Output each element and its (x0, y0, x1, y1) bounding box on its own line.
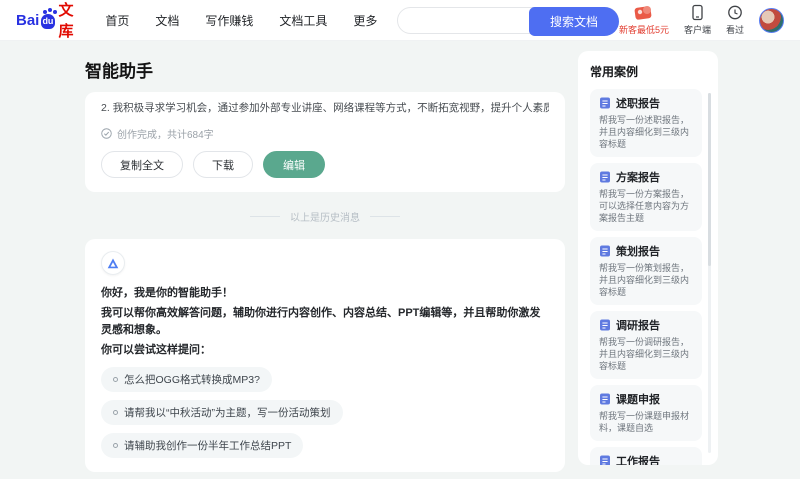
assistant-greeting-card: 你好，我是你的智能助手！ 我可以帮你高效解答问题，辅助你进行内容创作、内容总结、… (85, 239, 565, 472)
top-nav: Bai du 文库 首页 文档 写作赚钱 文档工具 更多 搜索文档 新客最低5元 (0, 0, 800, 41)
scrollbar-thumb[interactable] (708, 93, 711, 266)
common-cases-panel: 常用案例 述职报告 帮我写一份述职报告，并且内容细化到三级内容标题 方案报告 帮… (578, 51, 718, 465)
assistant-logo-icon (107, 258, 119, 268)
case-card-gongzuo[interactable]: 工作报告 帮我写一份工作报告，工作类型随机 (590, 447, 702, 465)
history-viewed[interactable]: 看过 (726, 4, 744, 36)
bullet-circle-icon (113, 410, 118, 415)
case-card-fangan[interactable]: 方案报告 帮我写一份方案报告，可以选择任意内容为方案报告主题 (590, 163, 702, 231)
greeting-line-3: 你可以尝试这样提问： (101, 344, 211, 356)
phone-icon (692, 4, 703, 21)
baidu-wenku-logo[interactable]: Bai du 文库 (16, 0, 79, 41)
clock-icon (728, 5, 742, 20)
case-card-shuzhi[interactable]: 述职报告 帮我写一份述职报告，并且内容细化到三级内容标题 (590, 89, 702, 157)
page-title: 智能助手 (85, 62, 153, 81)
page-body: 智能助手 2. 我积极寻求学习机会，通过参加外部专业讲座、网络课程等方式，不断拓… (0, 41, 800, 479)
nav-item-write-earn[interactable]: 写作赚钱 (205, 12, 253, 29)
suggested-prompt[interactable]: 怎么把OGG格式转换成MP3? (101, 367, 272, 392)
suggested-prompt[interactable]: 请辅助我创作一份半年工作总结PPT (101, 433, 304, 458)
bullet-circle-icon (113, 443, 118, 448)
chat-area: 智能助手 2. 我积极寻求学习机会，通过参加外部专业讲座、网络课程等方式，不断拓… (85, 51, 565, 479)
document-icon (600, 319, 610, 331)
new-user-promo[interactable]: 新客最低5元 (619, 4, 669, 36)
download-button[interactable]: 下载 (193, 151, 253, 178)
history-message-text: 2. 我积极寻求学习机会，通过参加外部专业讲座、网络课程等方式，不断拓宽视野，提… (101, 102, 549, 114)
greeting-line-2: 我可以帮你高效解答问题，辅助你进行内容创作、内容总结、PPT编辑等，并且帮助你激… (101, 307, 541, 336)
creation-status: 创作完成，共计684字 (101, 126, 549, 141)
document-icon (600, 171, 610, 183)
client-download[interactable]: 客户端 (684, 4, 711, 36)
logo-text-wenku: 文库 (58, 2, 74, 40)
logo-text-bai: Bai (16, 11, 40, 29)
copy-full-text-button[interactable]: 复制全文 (101, 151, 183, 178)
client-label: 客户端 (683, 25, 711, 35)
divider-label: 以上是历史消息 (290, 213, 360, 224)
nav-item-docs[interactable]: 文档 (155, 12, 179, 29)
assistant-avatar (101, 251, 125, 275)
search-bar: 搜索文档 (397, 6, 619, 36)
case-card-diaoyan[interactable]: 调研报告 帮我写一份调研报告，并且内容细化到三级内容标题 (590, 311, 702, 379)
nav-item-more[interactable]: 更多 (353, 12, 377, 29)
divider-line-left (250, 216, 280, 217)
greeting-line-1: 你好，我是你的智能助手！ (101, 287, 233, 299)
nav-item-doc-tools[interactable]: 文档工具 (279, 12, 327, 29)
case-card-cehua[interactable]: 策划报告 帮我写一份策划报告，并且内容细化到三级内容标题 (590, 237, 702, 305)
cases-panel-title: 常用案例 (590, 65, 639, 79)
history-message-card: 2. 我积极寻求学习机会，通过参加外部专业讲座、网络课程等方式，不断拓宽视野，提… (85, 92, 565, 192)
viewed-label: 看过 (725, 25, 744, 35)
divider-line-right (370, 216, 400, 217)
suggested-prompt[interactable]: 请帮我以“中秋活动”为主题，写一份活动策划 (101, 400, 343, 425)
history-divider: 以上是历史消息 (85, 209, 565, 224)
search-button[interactable]: 搜索文档 (528, 6, 619, 36)
nav-item-home[interactable]: 首页 (105, 12, 129, 29)
coupon-mascot-icon (634, 6, 652, 20)
user-avatar[interactable] (759, 7, 784, 33)
header-right: 新客最低5元 客户端 看过 (619, 4, 784, 36)
check-circle-icon (101, 128, 112, 139)
document-icon (600, 245, 610, 257)
sidebar-scrollbar[interactable] (708, 93, 711, 453)
status-text: 创作完成，共计684字 (117, 130, 214, 141)
baidu-paw-icon: du (41, 9, 55, 29)
case-card-keti[interactable]: 课题申报 帮我写一份课题申报材料，课题自选 (590, 385, 702, 441)
document-icon (600, 455, 610, 465)
history-actions: 复制全文 下载 编辑 (101, 151, 549, 178)
main-nav: 首页 文档 写作赚钱 文档工具 更多 (105, 12, 377, 29)
edit-button[interactable]: 编辑 (263, 151, 325, 178)
bullet-circle-icon (113, 377, 118, 382)
promo-label: 新客最低5元 (618, 25, 669, 35)
document-icon (600, 393, 610, 405)
document-icon (600, 97, 610, 109)
